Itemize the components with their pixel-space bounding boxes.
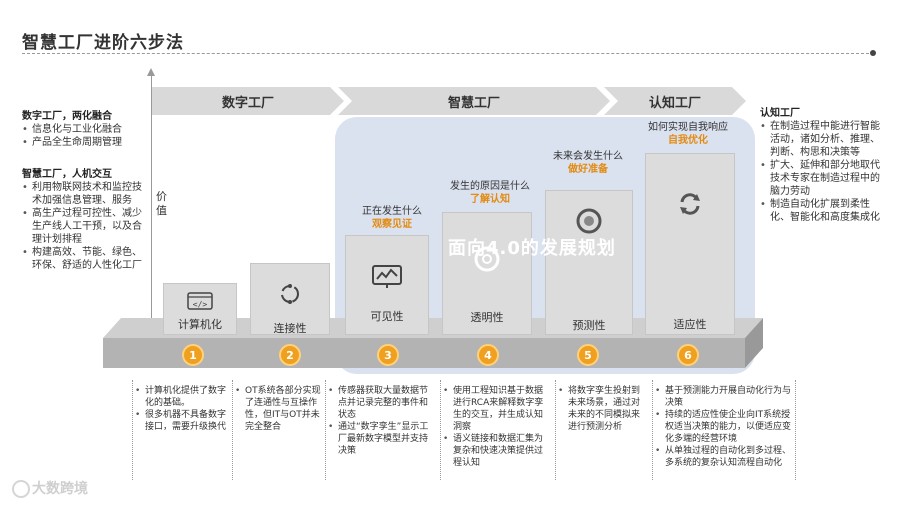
step-number-badge: 1	[182, 344, 204, 366]
step-notes-visibility: 传感器获取大量数据节点并记录完整的事件和状态 通过“数字孪生”显示工厂最新数字模…	[328, 385, 436, 457]
note-item: 将数字孪生投射到未来场景，通过对未来的不同模拟来进行预测分析	[558, 385, 648, 433]
note-item: 传感器获取大量数据节点并记录完整的事件和状态	[328, 385, 436, 421]
step-label: 预测性	[572, 319, 606, 332]
watermark-text: 大数跨境	[32, 481, 88, 497]
summary-item: 信息化与工业化融合	[22, 123, 147, 136]
adapt-cycle-icon	[676, 190, 704, 218]
watermark-logo-icon	[12, 480, 30, 498]
step-question-visibility: 正在发生什么 观察见证	[352, 205, 432, 231]
question-answer: 了解认知	[470, 194, 510, 205]
step-question-transparency: 发生的原因是什么 了解认知	[440, 180, 540, 206]
step-number-badge: 5	[577, 344, 599, 366]
stage-smart-factory: 智慧工厂	[338, 87, 610, 115]
smart-factory-summary: 智慧工厂，人机交互 利用物联网技术和监控技术加强信息管理、服务 高生产过程可控性…	[22, 168, 144, 272]
summary-heading: 智慧工厂，人机交互	[22, 169, 112, 180]
summary-item: 高生产过程可控性、减少生产线人工干预，以及合理计划排程	[22, 207, 144, 246]
step-label: 可见性	[370, 310, 404, 323]
column-divider	[555, 380, 556, 480]
column-divider	[232, 380, 233, 480]
step-number-badge: 4	[477, 344, 499, 366]
step-number-badge: 6	[677, 344, 699, 366]
stage-digital-factory: 数字工厂	[152, 87, 344, 115]
step-number-badge: 2	[279, 344, 301, 366]
note-item: 语义链接和数据汇集为复杂和快速决策提供过程认知	[443, 433, 551, 469]
svg-text:</>: </>	[193, 300, 208, 309]
note-item: 计算机化提供了数字化的基础。	[135, 385, 227, 409]
step-number-badge: 3	[377, 344, 399, 366]
summary-item: 构建高效、节能、绿色、环保、舒适的人性化工厂	[22, 246, 144, 272]
step-question-adaptability: 如何实现自我响应 自我优化	[632, 121, 744, 147]
step-cube-transparency: 透明性	[442, 212, 532, 335]
summary-item: 在制造过程中能进行智能活动，诸如分析、推理、判断、构思和决策等	[760, 120, 885, 159]
step-cube-adaptability: 适应性	[645, 153, 735, 335]
step-cube-prediction: 预测性	[545, 190, 633, 335]
code-icon: </>	[187, 292, 213, 310]
stage-label: 认知工厂	[648, 95, 701, 111]
column-divider	[325, 380, 326, 480]
step-cube-visibility: 可见性	[345, 235, 429, 335]
stage-label: 数字工厂	[221, 95, 274, 111]
stage-label: 智慧工厂	[447, 95, 500, 111]
step-label: 适应性	[673, 318, 707, 331]
step-question-prediction: 未来会发生什么 做好准备	[542, 150, 634, 176]
divider-end-dot	[870, 50, 876, 56]
note-item: 从单独过程的自动化到多过程、多系统的复杂认知流程自动化	[655, 445, 791, 469]
question-text: 未来会发生什么	[553, 151, 623, 162]
question-text: 正在发生什么	[362, 206, 422, 217]
note-item: 使用工程知识基于数据进行RCA来解释数字孪生的交互，并生成认知洞察	[443, 385, 551, 433]
title-divider	[22, 53, 874, 54]
note-item: OT系统各部分实现了连通性与互操作性，但IT与OT并未完全整合	[235, 385, 321, 433]
step-label: 连接性	[273, 322, 307, 335]
column-divider	[440, 380, 441, 480]
summary-item: 利用物联网技术和监控技术加强信息管理、服务	[22, 181, 144, 207]
question-text: 如何实现自我响应	[648, 122, 728, 133]
connectivity-icon	[278, 282, 302, 306]
cognitive-factory-summary: 认知工厂 在制造过程中能进行智能活动，诸如分析、推理、判断、构思和决策等 扩大、…	[760, 107, 885, 224]
page-title: 智慧工厂进阶六步法	[22, 33, 184, 53]
predict-icon	[575, 207, 603, 235]
note-item: 持续的适应性使企业向IT系统授权适当决策的能力，以便适应变化多端的经营环境	[655, 409, 791, 445]
summary-item: 制造自动化扩展到柔性化、智能化和高度集成化	[760, 198, 885, 224]
question-answer: 自我优化	[668, 135, 708, 146]
step-notes-prediction: 将数字孪生投射到未来场景，通过对未来的不同模拟来进行预测分析	[558, 385, 648, 433]
roadmap-overlay-title: 面向4.0的发展规划	[448, 238, 616, 259]
question-answer: 做好准备	[568, 164, 608, 175]
column-divider	[795, 380, 796, 480]
summary-item: 产品全生命周期管理	[22, 136, 147, 149]
note-item: 通过“数字孪生”显示工厂最新数字模型并支持决策	[328, 421, 436, 457]
axis-arrow-icon	[147, 68, 155, 76]
column-divider	[652, 380, 653, 480]
value-axis-label: 价值	[156, 190, 167, 217]
digital-factory-summary: 数字工厂，两化融合 信息化与工业化融合 产品全生命周期管理	[22, 110, 147, 149]
value-axis	[151, 75, 152, 325]
step-cube-computerization: </> 计算机化	[163, 283, 237, 335]
column-divider	[132, 380, 133, 480]
question-text: 发生的原因是什么	[450, 181, 530, 192]
summary-heading: 数字工厂，两化融合	[22, 111, 112, 122]
summary-heading: 认知工厂	[760, 108, 800, 119]
summary-item: 扩大、延伸和部分地取代技术专家在制造过程中的脑力劳动	[760, 159, 885, 198]
step-label: 计算机化	[178, 318, 222, 331]
step-notes-connectivity: OT系统各部分实现了连通性与互操作性，但IT与OT并未完全整合	[235, 385, 321, 433]
step-label: 透明性	[470, 311, 504, 324]
step-notes-transparency: 使用工程知识基于数据进行RCA来解释数字孪生的交互，并生成认知洞察 语义链接和数…	[443, 385, 551, 469]
stage-cognitive-factory: 认知工厂	[604, 87, 746, 115]
step-cube-connectivity: 连接性	[250, 263, 330, 335]
step-notes-adaptability: 基于预测能力开展自动化行为与决策 持续的适应性使企业向IT系统授权适当决策的能力…	[655, 385, 791, 469]
monitor-chart-icon	[371, 264, 403, 290]
note-item: 很多机器不具备数字接口，需要升级换代	[135, 409, 227, 433]
step-notes-computerization: 计算机化提供了数字化的基础。 很多机器不具备数字接口，需要升级换代	[135, 385, 227, 433]
question-answer: 观察见证	[372, 219, 412, 230]
note-item: 基于预测能力开展自动化行为与决策	[655, 385, 791, 409]
